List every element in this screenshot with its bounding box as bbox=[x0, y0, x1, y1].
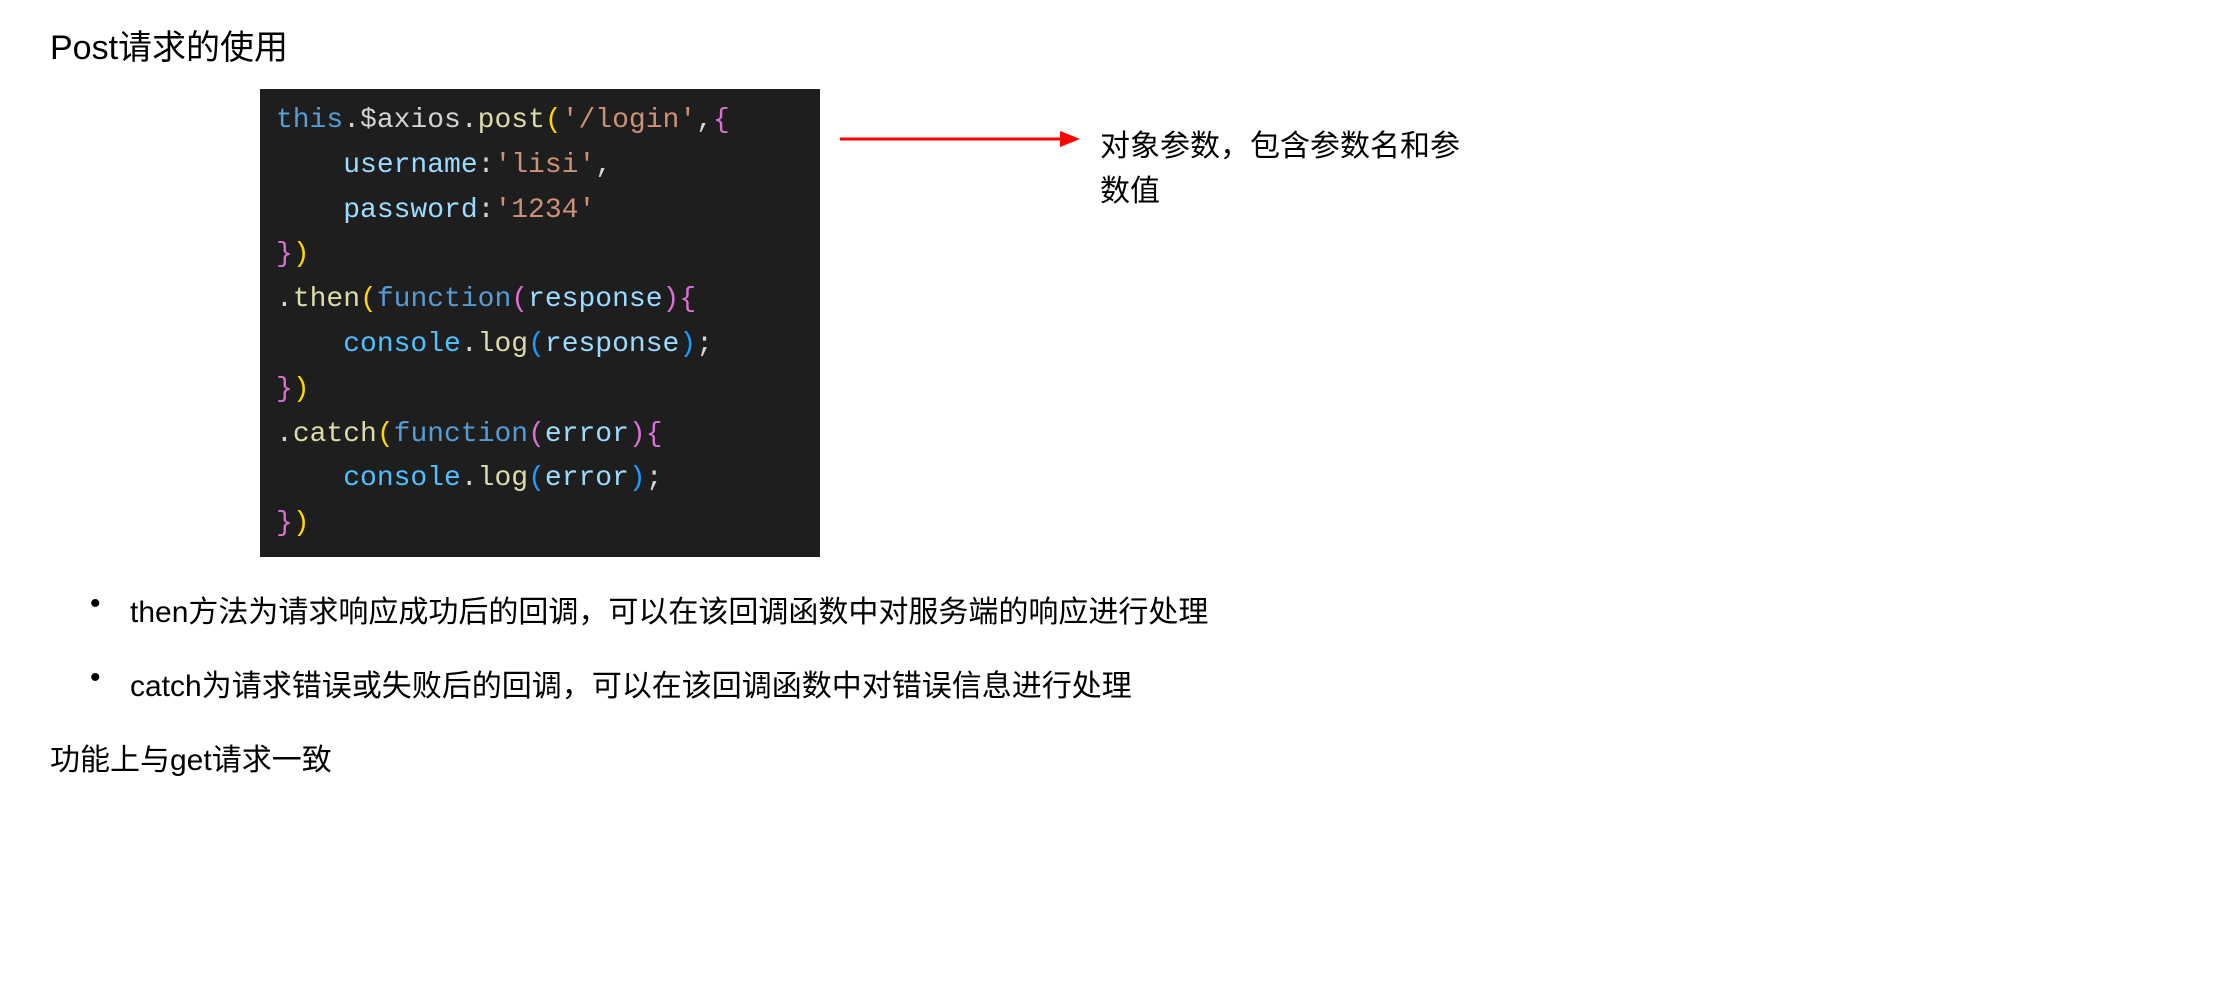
code-token: { bbox=[679, 284, 696, 315]
code-token: ( bbox=[528, 463, 545, 494]
code-token: } bbox=[276, 508, 293, 539]
code-block: this.$axios.post('/login',{ username:'li… bbox=[260, 89, 820, 557]
code-token: console bbox=[343, 329, 461, 360]
code-token: post bbox=[478, 105, 545, 136]
code-token: ) bbox=[663, 284, 680, 315]
code-token: . bbox=[276, 419, 293, 450]
list-item: then方法为请求响应成功后的回调，可以在该回调函数中对服务端的响应进行处理 bbox=[80, 587, 2168, 631]
code-token: ; bbox=[696, 329, 713, 360]
code-token: . bbox=[343, 105, 360, 136]
code-token: 'lisi' bbox=[494, 150, 595, 181]
code-token: log bbox=[478, 463, 528, 494]
code-token: error bbox=[545, 419, 629, 450]
code-token: console bbox=[343, 463, 461, 494]
code-token: } bbox=[276, 374, 293, 405]
code-token: } bbox=[276, 239, 293, 270]
code-token: ) bbox=[629, 419, 646, 450]
bullet-list: then方法为请求响应成功后的回调，可以在该回调函数中对服务端的响应进行处理 c… bbox=[80, 587, 2168, 705]
code-token: ) bbox=[293, 508, 310, 539]
code-token: ( bbox=[360, 284, 377, 315]
code-token: '1234' bbox=[494, 195, 595, 226]
code-token: ) bbox=[293, 239, 310, 270]
code-token: { bbox=[646, 419, 663, 450]
code-token: error bbox=[545, 463, 629, 494]
footer-text: 功能上与get请求一致 bbox=[50, 735, 2168, 779]
code-token: response bbox=[528, 284, 662, 315]
code-token bbox=[276, 195, 343, 226]
code-token: , bbox=[696, 105, 713, 136]
code-token bbox=[276, 463, 343, 494]
code-token: ) bbox=[293, 374, 310, 405]
code-token: '/login' bbox=[562, 105, 696, 136]
code-token: ( bbox=[511, 284, 528, 315]
code-token: $axios bbox=[360, 105, 461, 136]
code-token: ( bbox=[528, 419, 545, 450]
list-item: catch为请求错误或失败后的回调，可以在该回调函数中对错误信息进行处理 bbox=[80, 661, 2168, 705]
code-token: this bbox=[276, 105, 343, 136]
code-token: response bbox=[545, 329, 679, 360]
code-token: log bbox=[478, 329, 528, 360]
code-token: username bbox=[343, 150, 477, 181]
code-token: ) bbox=[679, 329, 696, 360]
arrow-icon bbox=[840, 124, 1080, 154]
code-token bbox=[276, 329, 343, 360]
code-token: . bbox=[461, 463, 478, 494]
annotation-text: 对象参数，包含参数名和参数值 bbox=[1100, 124, 1460, 214]
code-token: , bbox=[595, 150, 612, 181]
code-token: then bbox=[293, 284, 360, 315]
code-token: . bbox=[276, 284, 293, 315]
code-token bbox=[276, 150, 343, 181]
code-token: : bbox=[478, 195, 495, 226]
section-heading: Post请求的使用 bbox=[50, 20, 2168, 69]
code-token: catch bbox=[293, 419, 377, 450]
code-token: ( bbox=[377, 419, 394, 450]
code-token: function bbox=[377, 284, 511, 315]
content-row: this.$axios.post('/login',{ username:'li… bbox=[260, 89, 2168, 557]
code-token: ( bbox=[528, 329, 545, 360]
code-token: password bbox=[343, 195, 477, 226]
code-token: : bbox=[478, 150, 495, 181]
code-token: ; bbox=[646, 463, 663, 494]
annotation-wrap: 对象参数，包含参数名和参数值 bbox=[840, 124, 1460, 214]
code-token: ( bbox=[545, 105, 562, 136]
code-token: { bbox=[713, 105, 730, 136]
code-token: . bbox=[461, 329, 478, 360]
code-token: function bbox=[394, 419, 528, 450]
code-token: . bbox=[461, 105, 478, 136]
code-token: ) bbox=[629, 463, 646, 494]
